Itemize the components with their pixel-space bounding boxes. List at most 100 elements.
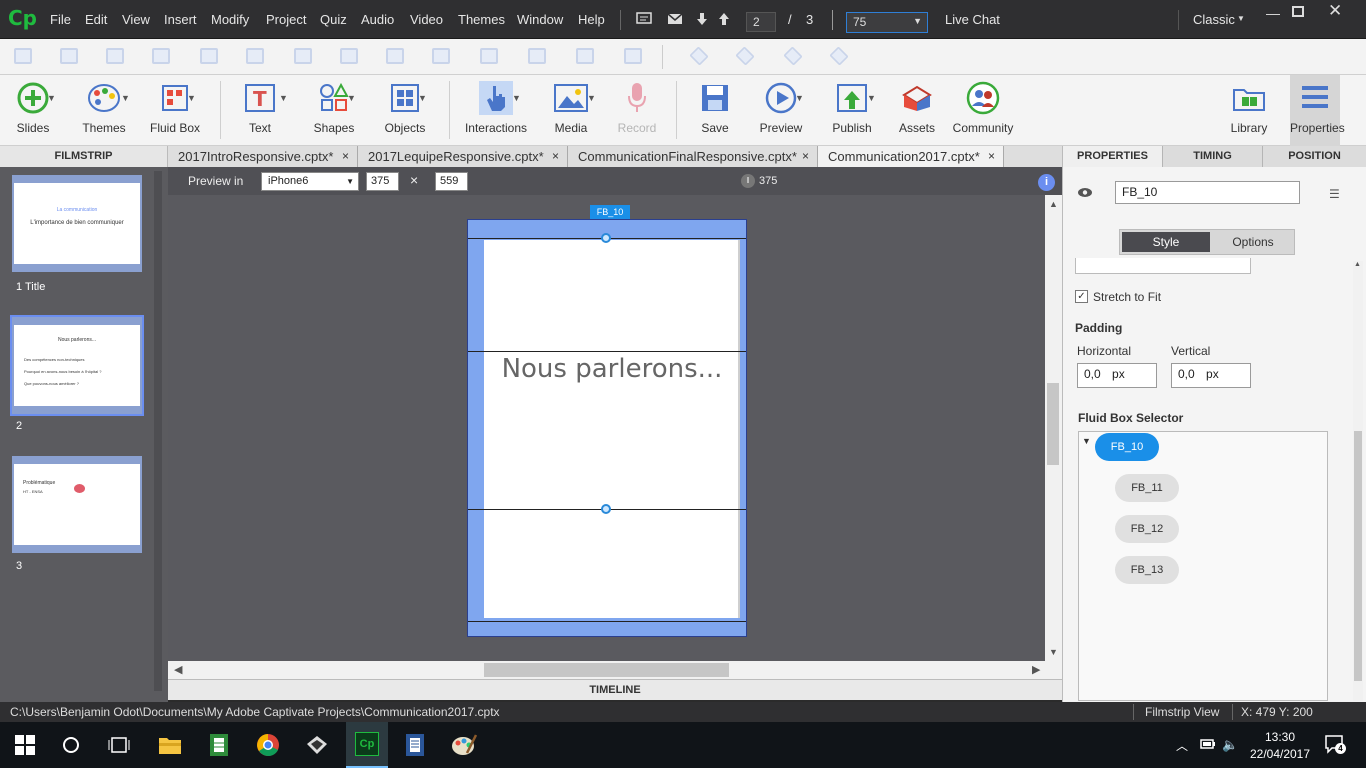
close-icon[interactable]: × bbox=[802, 146, 809, 167]
notifications-icon[interactable]: 4 bbox=[1324, 734, 1346, 754]
info-icon[interactable]: i bbox=[1038, 174, 1055, 191]
clock-date[interactable]: 22/04/2017 bbox=[1245, 747, 1315, 761]
chevron-down-icon[interactable]: ▼ bbox=[512, 93, 521, 103]
filmstrip-scrollbar[interactable] bbox=[154, 171, 162, 691]
fluid-box-button[interactable]: Fluid Box bbox=[148, 75, 202, 146]
scroll-thumb[interactable] bbox=[484, 663, 729, 677]
same-height-icon[interactable] bbox=[432, 48, 450, 64]
chevron-down-icon[interactable]: ▼ bbox=[587, 93, 596, 103]
word-icon[interactable] bbox=[402, 732, 428, 758]
scroll-thumb[interactable] bbox=[1354, 431, 1362, 681]
slide-thumbnail-3[interactable]: Problématique HT - ENSA bbox=[12, 456, 142, 553]
fluid-box-fb13[interactable]: FB_13 bbox=[1115, 556, 1179, 584]
device-select[interactable]: iPhone6 ▼ bbox=[261, 172, 359, 191]
menu-video[interactable]: Video bbox=[410, 12, 443, 27]
ruler-drag-handle[interactable]: ‖ bbox=[741, 174, 755, 188]
fluid-box-fb10[interactable]: FB_10 bbox=[1095, 433, 1159, 461]
volume-icon[interactable]: 🔈 bbox=[1222, 737, 1238, 753]
objects-button[interactable]: Objects bbox=[378, 75, 432, 146]
menu-file[interactable]: File bbox=[50, 12, 71, 27]
spreadsheet-app-icon[interactable] bbox=[206, 732, 232, 758]
center-horizontal-icon[interactable] bbox=[528, 48, 546, 64]
preview-button[interactable]: Preview bbox=[756, 75, 806, 146]
windows-start-icon[interactable] bbox=[12, 732, 38, 758]
fluid-box-handle[interactable] bbox=[601, 504, 611, 514]
community-button[interactable]: Community bbox=[950, 75, 1016, 146]
fluid-box-tag[interactable]: FB_10 bbox=[590, 205, 630, 219]
scroll-left-icon[interactable]: ◀ bbox=[174, 663, 182, 676]
filmstrip-header[interactable]: FILMSTRIP bbox=[0, 146, 168, 167]
padding-horizontal-input[interactable]: 0,0 px bbox=[1077, 363, 1157, 388]
options-tab[interactable]: Options bbox=[1212, 232, 1294, 252]
bring-to-front-icon[interactable] bbox=[783, 46, 803, 66]
distribute-vertical-icon[interactable] bbox=[340, 48, 358, 64]
mail-icon[interactable] bbox=[667, 12, 683, 28]
properties-button[interactable]: Properties bbox=[1290, 75, 1345, 146]
slide-thumbnail-2[interactable]: Nous parlerons... Des compétences non-te… bbox=[10, 315, 144, 416]
center-vertical-icon[interactable] bbox=[576, 48, 594, 64]
style-dropdown-partial[interactable] bbox=[1075, 258, 1251, 274]
fluid-box-handle[interactable] bbox=[601, 233, 611, 243]
close-icon[interactable]: ✕ bbox=[1328, 1, 1342, 21]
arrow-up-icon[interactable] bbox=[718, 12, 730, 29]
scroll-thumb[interactable] bbox=[1047, 383, 1059, 465]
scroll-down-icon[interactable]: ▼ bbox=[1049, 647, 1058, 657]
page-number-input[interactable]: 2 bbox=[746, 12, 776, 32]
tab-2017intro[interactable]: 2017IntroResponsive.cptx* × bbox=[168, 146, 358, 167]
tab-communication-final[interactable]: CommunicationFinalResponsive.cptx* × bbox=[568, 146, 818, 167]
send-backward-icon[interactable] bbox=[735, 46, 755, 66]
tab-2017lequipe[interactable]: 2017LequipeResponsive.cptx* × bbox=[358, 146, 568, 167]
menu-window[interactable]: Window bbox=[517, 12, 563, 27]
chevron-down-icon[interactable]: ▼ bbox=[347, 93, 356, 103]
stage-vertical-scrollbar[interactable]: ▲ ▼ bbox=[1045, 195, 1062, 661]
eye-icon[interactable] bbox=[1077, 187, 1093, 201]
themes-button[interactable]: Themes bbox=[78, 75, 130, 146]
fluid-box-fb11[interactable]: FB_11 bbox=[1115, 474, 1179, 502]
tab-communication2017[interactable]: Communication2017.cptx* × bbox=[818, 146, 1004, 167]
bring-forward-icon[interactable] bbox=[689, 46, 709, 66]
distribute-horizontal-icon[interactable] bbox=[294, 48, 312, 64]
chevron-down-icon[interactable]: ▼ bbox=[279, 93, 288, 103]
scroll-up-icon[interactable]: ▲ bbox=[1049, 199, 1058, 209]
app-icon[interactable] bbox=[304, 732, 330, 758]
menu-help[interactable]: Help bbox=[578, 12, 605, 27]
align-left-icon[interactable] bbox=[14, 48, 32, 64]
captivate-taskbar-icon[interactable]: Cp bbox=[346, 722, 388, 768]
slides-button[interactable]: Slides bbox=[8, 75, 58, 146]
zoom-select[interactable]: 75 ▼ bbox=[846, 12, 928, 33]
scroll-up-icon[interactable]: ▲ bbox=[1354, 261, 1361, 268]
stage-horizontal-scrollbar[interactable]: ◀ ▶ bbox=[168, 661, 1062, 679]
fluid-box-fb12[interactable]: FB_12 bbox=[1115, 515, 1179, 543]
workspace-select[interactable]: Classic bbox=[1193, 12, 1235, 27]
align-right-icon[interactable] bbox=[106, 48, 124, 64]
send-to-back-icon[interactable] bbox=[829, 46, 849, 66]
file-explorer-icon[interactable] bbox=[157, 732, 183, 758]
close-icon[interactable]: × bbox=[988, 146, 995, 167]
timeline-panel-header[interactable]: TIMELINE bbox=[168, 679, 1062, 700]
live-chat-link[interactable]: Live Chat bbox=[945, 12, 1000, 27]
tab-properties[interactable]: PROPERTIES bbox=[1063, 146, 1163, 167]
tab-timing[interactable]: TIMING bbox=[1163, 146, 1263, 167]
scroll-right-icon[interactable]: ▶ bbox=[1032, 663, 1040, 676]
chevron-down-icon[interactable]: ▼ bbox=[121, 93, 130, 103]
tab-position[interactable]: POSITION bbox=[1263, 146, 1366, 167]
stretch-checkbox[interactable]: ✓ bbox=[1075, 290, 1088, 303]
padding-vertical-input[interactable]: 0,0 px bbox=[1171, 363, 1251, 388]
chevron-down-icon[interactable]: ▼ bbox=[418, 93, 427, 103]
align-bottom-icon[interactable] bbox=[246, 48, 264, 64]
menu-insert[interactable]: Insert bbox=[164, 12, 197, 27]
arrow-down-icon[interactable] bbox=[696, 12, 708, 29]
clock-time[interactable]: 13:30 bbox=[1250, 730, 1310, 744]
chevron-down-icon[interactable]: ▼ bbox=[795, 93, 804, 103]
slide-title-text[interactable]: Nous parlerons... bbox=[484, 350, 740, 388]
close-icon[interactable]: × bbox=[342, 146, 349, 167]
chevron-down-icon[interactable]: ▼ bbox=[187, 93, 196, 103]
slide-page[interactable] bbox=[484, 240, 740, 618]
menu-modify[interactable]: Modify bbox=[211, 12, 249, 27]
tree-expand-icon[interactable]: ▼ bbox=[1082, 436, 1091, 446]
chrome-icon[interactable] bbox=[255, 732, 281, 758]
maximize-icon[interactable] bbox=[1292, 6, 1304, 17]
show-hidden-icons-icon[interactable]: ︿ bbox=[1176, 737, 1188, 754]
shapes-button[interactable]: Shapes bbox=[308, 75, 360, 146]
close-icon[interactable]: × bbox=[552, 146, 559, 167]
